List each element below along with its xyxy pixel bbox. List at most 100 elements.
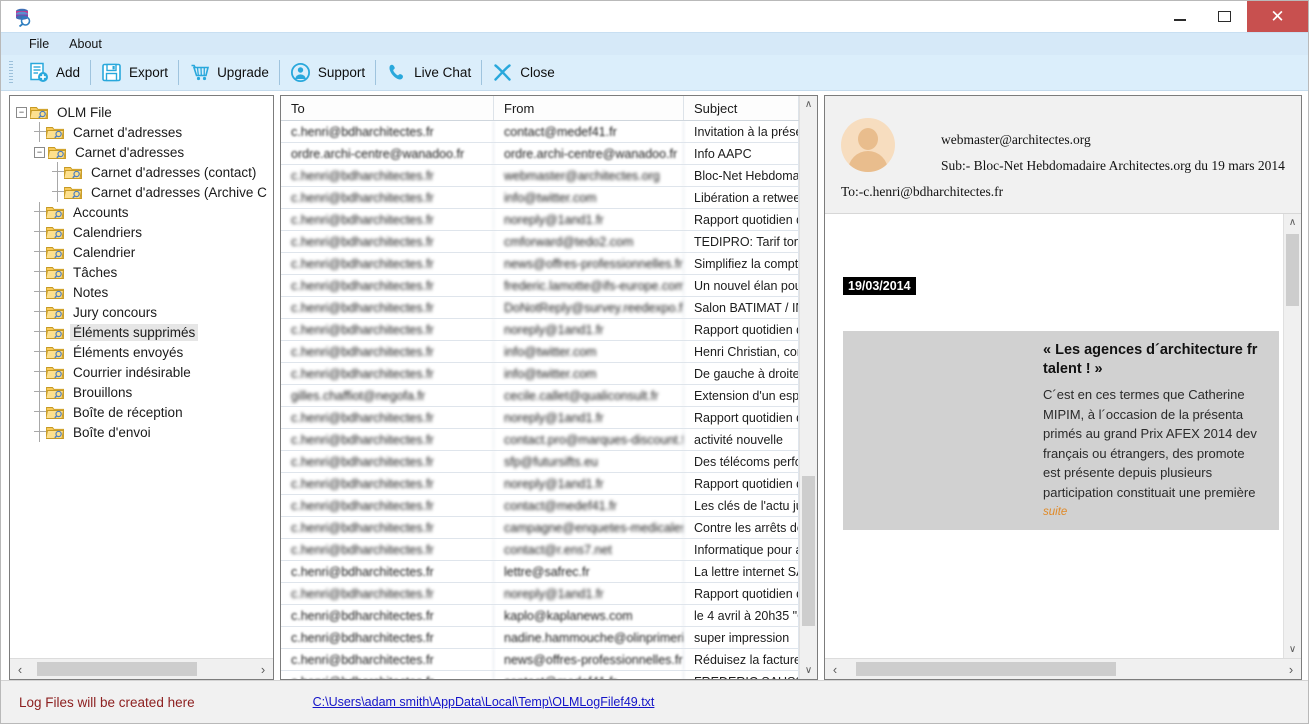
tree-node-label: Éléments envoyés <box>73 344 184 360</box>
tree-node[interactable]: Calendriers <box>16 222 273 242</box>
cell-from: news@offres-professionnelles.fr <box>494 253 684 274</box>
table-row[interactable]: c.henri@bdharchitectes.frcontact@medef41… <box>281 495 799 517</box>
preview-vscrollbar[interactable]: ∧ ∨ <box>1283 214 1301 658</box>
table-row[interactable]: c.henri@bdharchitectes.fr info@twitter.co… <box>281 341 799 363</box>
tree-node[interactable]: Éléments envoyés <box>16 342 273 362</box>
mail-list-vscrollbar[interactable]: ∧ ∨ <box>799 96 817 679</box>
table-row[interactable]: c.henri@bdharchitectes.fr webmaster@archi… <box>281 165 799 187</box>
tree-node-label: Calendrier <box>73 244 136 260</box>
tree-node[interactable]: Boîte de réception <box>16 402 273 422</box>
vscroll-thumb[interactable] <box>1286 234 1299 306</box>
table-row[interactable]: c.henri@bdharchitectes.fr nadine.hammouch… <box>281 627 799 649</box>
user-circle-icon <box>290 62 311 83</box>
minimize-button[interactable] <box>1157 1 1202 32</box>
support-button[interactable]: Support <box>280 59 375 87</box>
cell-to: c.henri@bdharchitectes.fr <box>281 297 494 318</box>
scroll-right-icon[interactable]: › <box>1281 662 1301 677</box>
table-row[interactable]: c.henri@bdharchitectes.fr info@twitter.co… <box>281 363 799 385</box>
tree-node[interactable]: Carnet d'adresses (contact) <box>16 162 273 182</box>
cell-to: c.henri@bdharchitectes.fr <box>281 253 494 274</box>
add-button[interactable]: Add <box>18 59 90 87</box>
cell-from: contact@r.ens7.net <box>494 539 684 560</box>
column-header-to[interactable]: To <box>281 96 494 120</box>
scroll-down-icon[interactable]: ∨ <box>1284 641 1301 658</box>
table-row[interactable]: c.henri@bdharchitectes.fr noreply@1and1.f… <box>281 319 799 341</box>
tree-node[interactable]: Brouillons <box>16 382 273 402</box>
upgrade-button[interactable]: Upgrade <box>179 59 279 87</box>
scroll-left-icon[interactable]: ‹ <box>10 662 30 677</box>
table-row[interactable]: c.henri@bdharchitectes.fr DoNotReply@surv… <box>281 297 799 319</box>
tree-node[interactable]: Calendrier <box>16 242 273 262</box>
window-controls: ✕ <box>1157 1 1308 32</box>
table-row[interactable]: c.henri@bdharchitectes.fr frederic.lamott… <box>281 275 799 297</box>
menu-about[interactable]: About <box>59 35 112 53</box>
hscroll-thumb[interactable] <box>37 662 197 676</box>
tree-node[interactable]: Accounts <box>16 202 273 222</box>
table-row[interactable]: c.henri@bdharchitectes.frcontact@medef41… <box>281 671 799 679</box>
scroll-down-icon[interactable]: ∨ <box>800 662 817 679</box>
cell-subject: super impression <box>684 627 799 648</box>
tree-node[interactable]: Carnet d'adresses <box>16 122 273 142</box>
scroll-up-icon[interactable]: ∧ <box>1284 214 1301 231</box>
close-button[interactable]: Close <box>482 59 565 87</box>
cell-subject: Libération a retweeté un T <box>684 187 799 208</box>
toolbar-grip[interactable] <box>9 60 13 85</box>
maximize-button[interactable] <box>1202 1 1247 32</box>
tree-expander-icon[interactable]: − <box>16 106 27 118</box>
article-title-line2: talent ! » <box>1043 361 1103 377</box>
cell-to: c.henri@bdharchitectes.fr <box>281 275 494 296</box>
preview-hscrollbar[interactable]: ‹ › <box>825 658 1301 679</box>
tree-expander-icon[interactable]: − <box>34 146 45 158</box>
table-row[interactable]: gilles.chaffiot@negofa.fr cecile.callet@q… <box>281 385 799 407</box>
tree-node[interactable]: Jury concours <box>16 302 273 322</box>
article-line: MIPIM, à l´occasion de la présenta <box>1043 406 1244 422</box>
mail-list-body[interactable]: c.henri@bdharchitectes.fr contact@medef41… <box>281 121 799 679</box>
column-header-from[interactable]: From <box>494 96 684 120</box>
table-row[interactable]: c.henri@bdharchitectes.fr noreply@1and1.f… <box>281 583 799 605</box>
scroll-left-icon[interactable]: ‹ <box>825 662 845 677</box>
table-row[interactable]: c.henri@bdharchitectes.fr noreply@1and1.f… <box>281 407 799 429</box>
tree-node[interactable]: Tâches <box>16 262 273 282</box>
table-row[interactable]: c.henri@bdharchitectes.fr campagne@enquet… <box>281 517 799 539</box>
table-row[interactable]: c.henri@bdharchitectes.fr cmforward@tedo2… <box>281 231 799 253</box>
export-button[interactable]: Export <box>91 59 178 87</box>
table-row[interactable]: c.henri@bdharchitectes.fr info@twitter.co… <box>281 187 799 209</box>
article-line: primés au grand Prix AFEX 2014 dev <box>1043 426 1257 441</box>
close-window-button[interactable]: ✕ <box>1247 1 1308 32</box>
table-row[interactable]: c.henri@bdharchitectes.frcontact@medef41… <box>281 121 799 143</box>
table-row[interactable]: c.henri@bdharchitectes.fr contact.pro@mar… <box>281 429 799 451</box>
tree-node[interactable]: − OLM File <box>16 102 273 122</box>
table-row[interactable]: ordre.archi-centre@wanadoo.fr ordre.archi… <box>281 143 799 165</box>
column-header-subject[interactable]: Subject <box>684 96 799 120</box>
table-row[interactable]: c.henri@bdharchitectes.fr news@offres-pro… <box>281 253 799 275</box>
folder-icon <box>45 385 65 400</box>
table-row[interactable]: c.henri@bdharchitectes.fr noreply@1and1.f… <box>281 473 799 495</box>
folder-tree-hscrollbar[interactable]: ‹ › <box>10 658 273 679</box>
table-row[interactable]: c.henri@bdharchitectes.fr lettre@safrec.f… <box>281 561 799 583</box>
tree-node[interactable]: Boîte d'envoi <box>16 422 273 442</box>
tree-connector <box>34 222 46 242</box>
scroll-right-icon[interactable]: › <box>253 662 273 677</box>
table-row[interactable]: c.henri@bdharchitectes.fr noreply@1and1.f… <box>281 209 799 231</box>
tree-node[interactable]: Courrier indésirable <box>16 362 273 382</box>
hscroll-thumb[interactable] <box>856 662 1116 676</box>
table-row[interactable]: c.henri@bdharchitectes.fr sfp@futursifts.… <box>281 451 799 473</box>
table-row[interactable]: c.henri@bdharchitectes.fr news@offres-pro… <box>281 649 799 671</box>
tree-node[interactable]: Carnet d'adresses (Archive C <box>16 182 273 202</box>
cell-from: noreply@1and1.fr <box>494 407 684 428</box>
tree-node[interactable]: Éléments supprimés <box>16 322 273 342</box>
tree-node[interactable]: Notes <box>16 282 273 302</box>
folder-tree[interactable]: − OLM File Carnet d'adresses − Carnet d'adre… <box>10 96 273 658</box>
tree-node[interactable]: − Carnet d'adresses <box>16 142 273 162</box>
menu-file[interactable]: File <box>19 35 59 53</box>
table-row[interactable]: c.henri@bdharchitectes.fr contact@r.ens7.… <box>281 539 799 561</box>
avatar <box>841 118 895 172</box>
scroll-up-icon[interactable]: ∧ <box>800 96 817 113</box>
live-chat-button[interactable]: Live Chat <box>376 59 481 87</box>
table-row[interactable]: c.henri@bdharchitectes.fr kaplo@kaplanews… <box>281 605 799 627</box>
article-spacer <box>843 341 1043 518</box>
vscroll-thumb[interactable] <box>802 476 815 626</box>
article-more-link[interactable]: suite <box>1043 506 1275 518</box>
log-file-link[interactable]: C:\Users\adam smith\AppData\Local\Temp\O… <box>313 695 655 709</box>
cell-subject: Invitation à la présentation <box>684 121 799 142</box>
